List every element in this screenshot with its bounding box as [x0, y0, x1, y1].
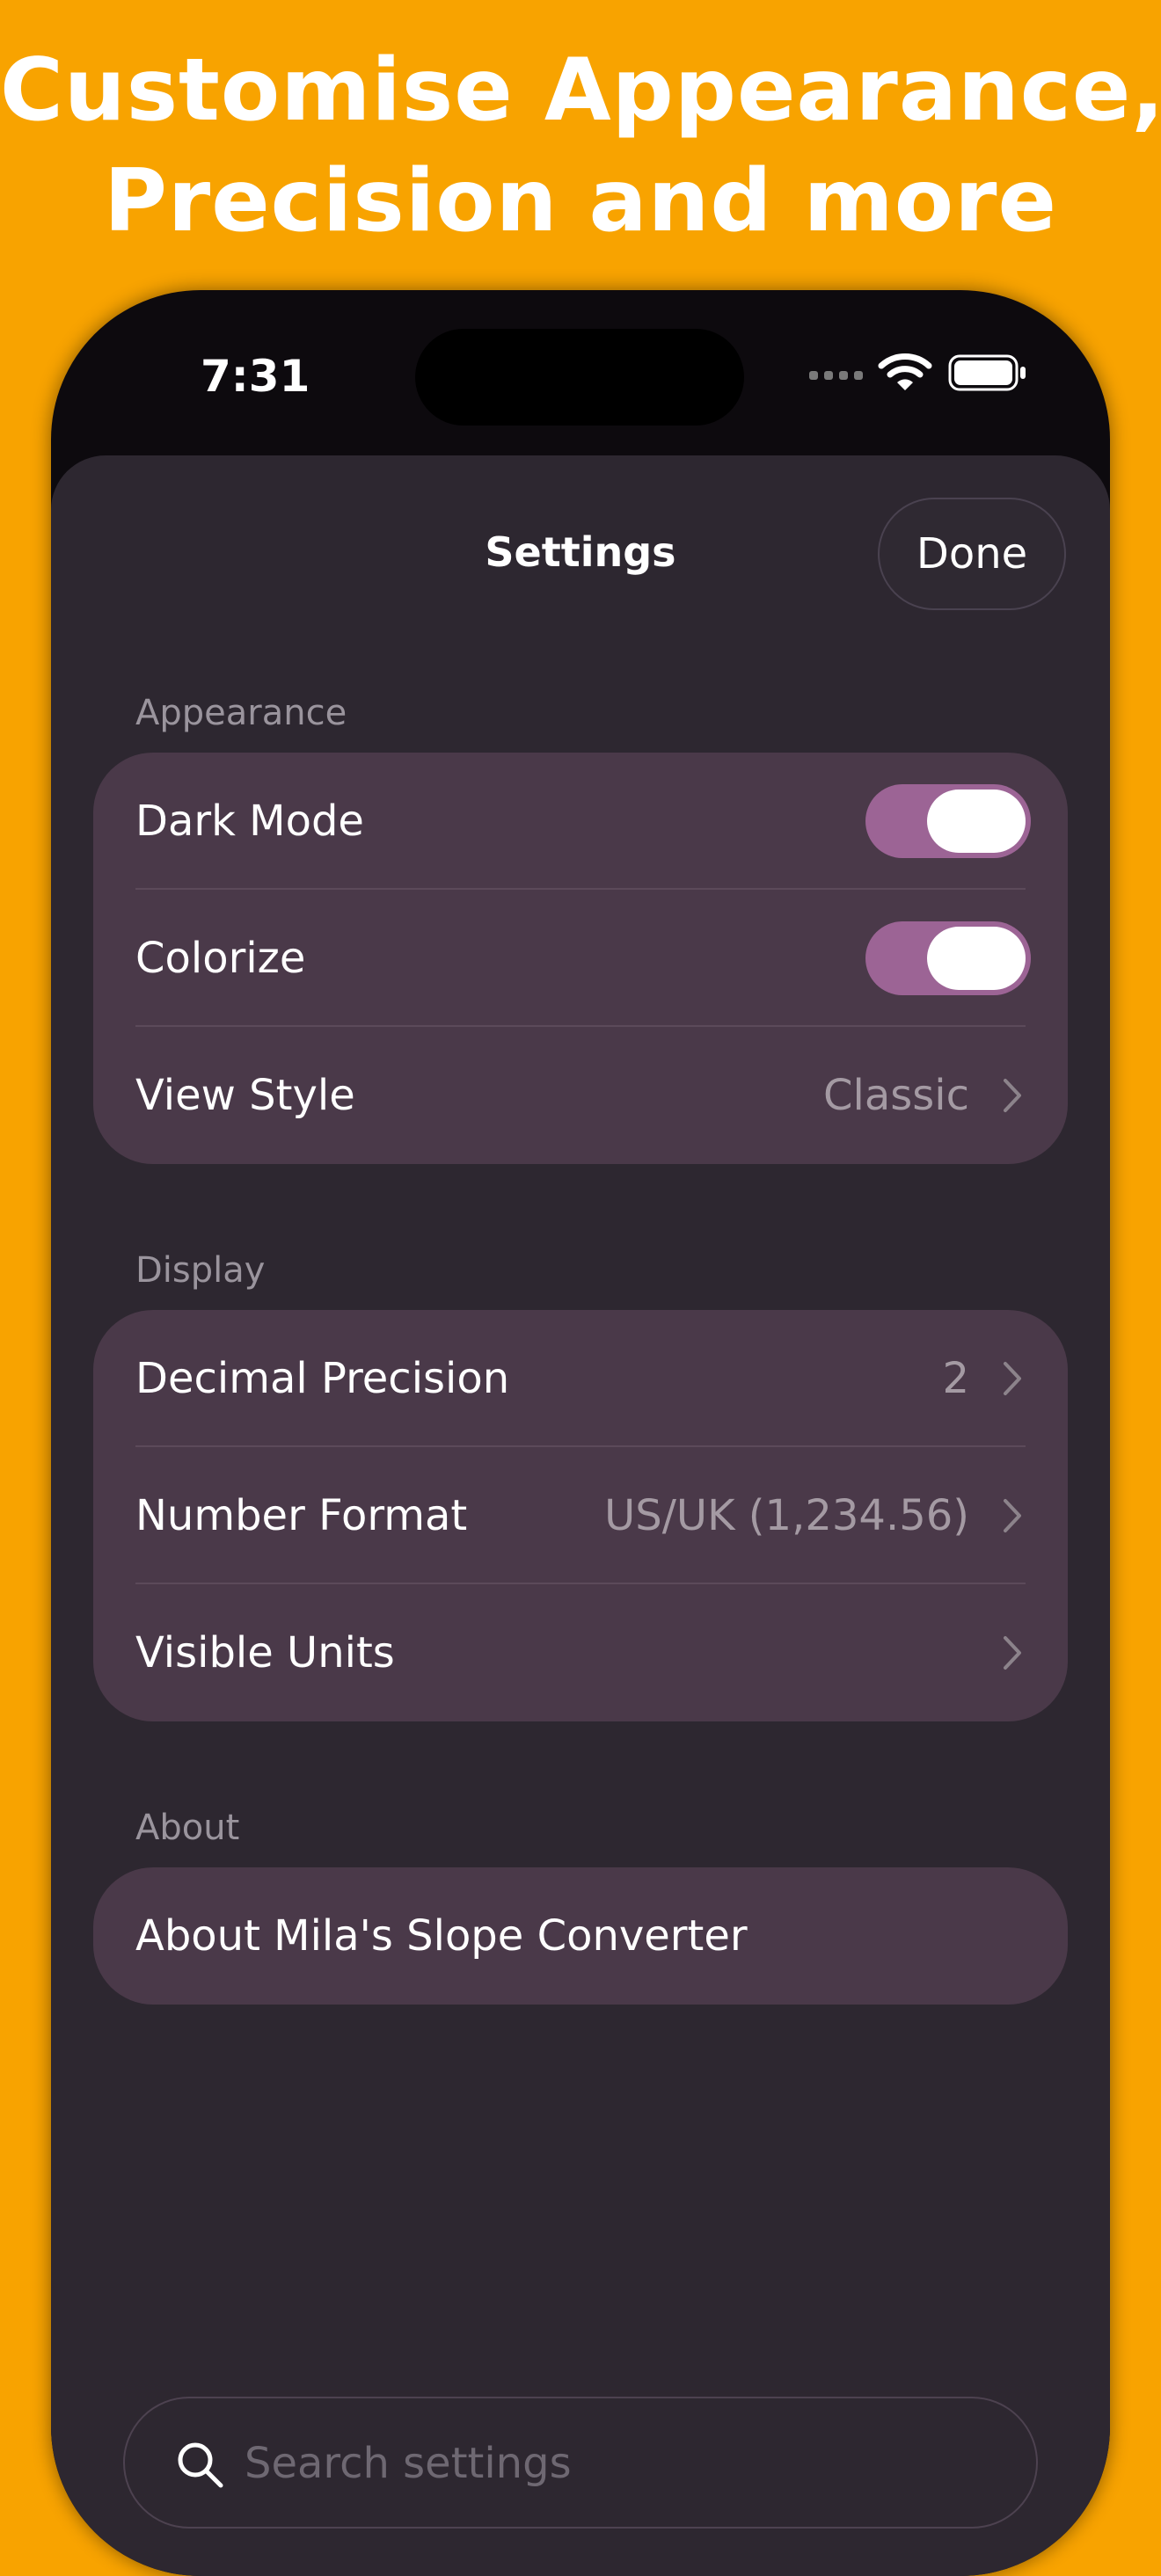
- promo-headline-line-1: Customise Appearance,: [0, 40, 1161, 141]
- chevron-right-icon: [1004, 1079, 1021, 1112]
- wifi-icon: [878, 353, 932, 390]
- settings-sheet: Settings Done Appearance Dark Mode Color…: [51, 455, 1110, 2576]
- search-placeholder: Search settings: [245, 2439, 572, 2488]
- view-style-value: Classic: [822, 1071, 969, 1120]
- chevron-right-icon: [1004, 1499, 1021, 1532]
- view-style-row[interactable]: View Style Classic: [93, 1027, 1068, 1164]
- about-app-label: About Mila's Slope Converter: [135, 1911, 748, 1961]
- number-format-value: US/UK (1,234.56): [604, 1491, 969, 1540]
- done-button[interactable]: Done: [878, 498, 1066, 610]
- dark-mode-toggle[interactable]: [865, 784, 1031, 858]
- toggle-knob: [927, 790, 1026, 853]
- search-field[interactable]: Search settings: [123, 2397, 1038, 2529]
- visible-units-row[interactable]: Visible Units: [93, 1584, 1068, 1721]
- promo-headline: Customise Appearance, Precision and more: [0, 35, 1161, 257]
- colorize-row: Colorize: [93, 890, 1068, 1027]
- colorize-label: Colorize: [135, 934, 306, 983]
- decimal-precision-label: Decimal Precision: [135, 1354, 510, 1403]
- view-style-label: View Style: [135, 1071, 355, 1120]
- appearance-group: Dark Mode Colorize View Style Classic: [93, 753, 1068, 1164]
- colorize-toggle[interactable]: [865, 921, 1031, 995]
- battery-icon: [948, 354, 1026, 391]
- signal-icon: [809, 371, 864, 382]
- toggle-knob: [927, 927, 1026, 990]
- number-format-label: Number Format: [135, 1491, 468, 1540]
- decimal-precision-row[interactable]: Decimal Precision 2: [93, 1310, 1068, 1447]
- section-label-appearance: Appearance: [135, 693, 347, 733]
- about-group: About Mila's Slope Converter: [93, 1867, 1068, 2005]
- phone-frame: 7:31 Settings Done Appearance Dark Mode …: [51, 290, 1110, 2576]
- number-format-row[interactable]: Number Format US/UK (1,234.56): [93, 1447, 1068, 1584]
- status-time: 7:31: [201, 351, 310, 402]
- chevron-right-icon: [1004, 1362, 1021, 1395]
- section-label-about: About: [135, 1808, 240, 1848]
- section-label-display: Display: [135, 1250, 266, 1291]
- chevron-right-icon: [1004, 1636, 1021, 1670]
- dark-mode-row: Dark Mode: [93, 753, 1068, 890]
- search-icon: [178, 2442, 223, 2488]
- dynamic-island: [415, 329, 744, 426]
- promo-headline-line-2: Precision and more: [104, 151, 1057, 251]
- visible-units-label: Visible Units: [135, 1628, 395, 1677]
- decimal-precision-value: 2: [942, 1354, 969, 1403]
- about-app-row[interactable]: About Mila's Slope Converter: [93, 1867, 1068, 2005]
- dark-mode-label: Dark Mode: [135, 797, 364, 846]
- display-group: Decimal Precision 2 Number Format US/UK …: [93, 1310, 1068, 1721]
